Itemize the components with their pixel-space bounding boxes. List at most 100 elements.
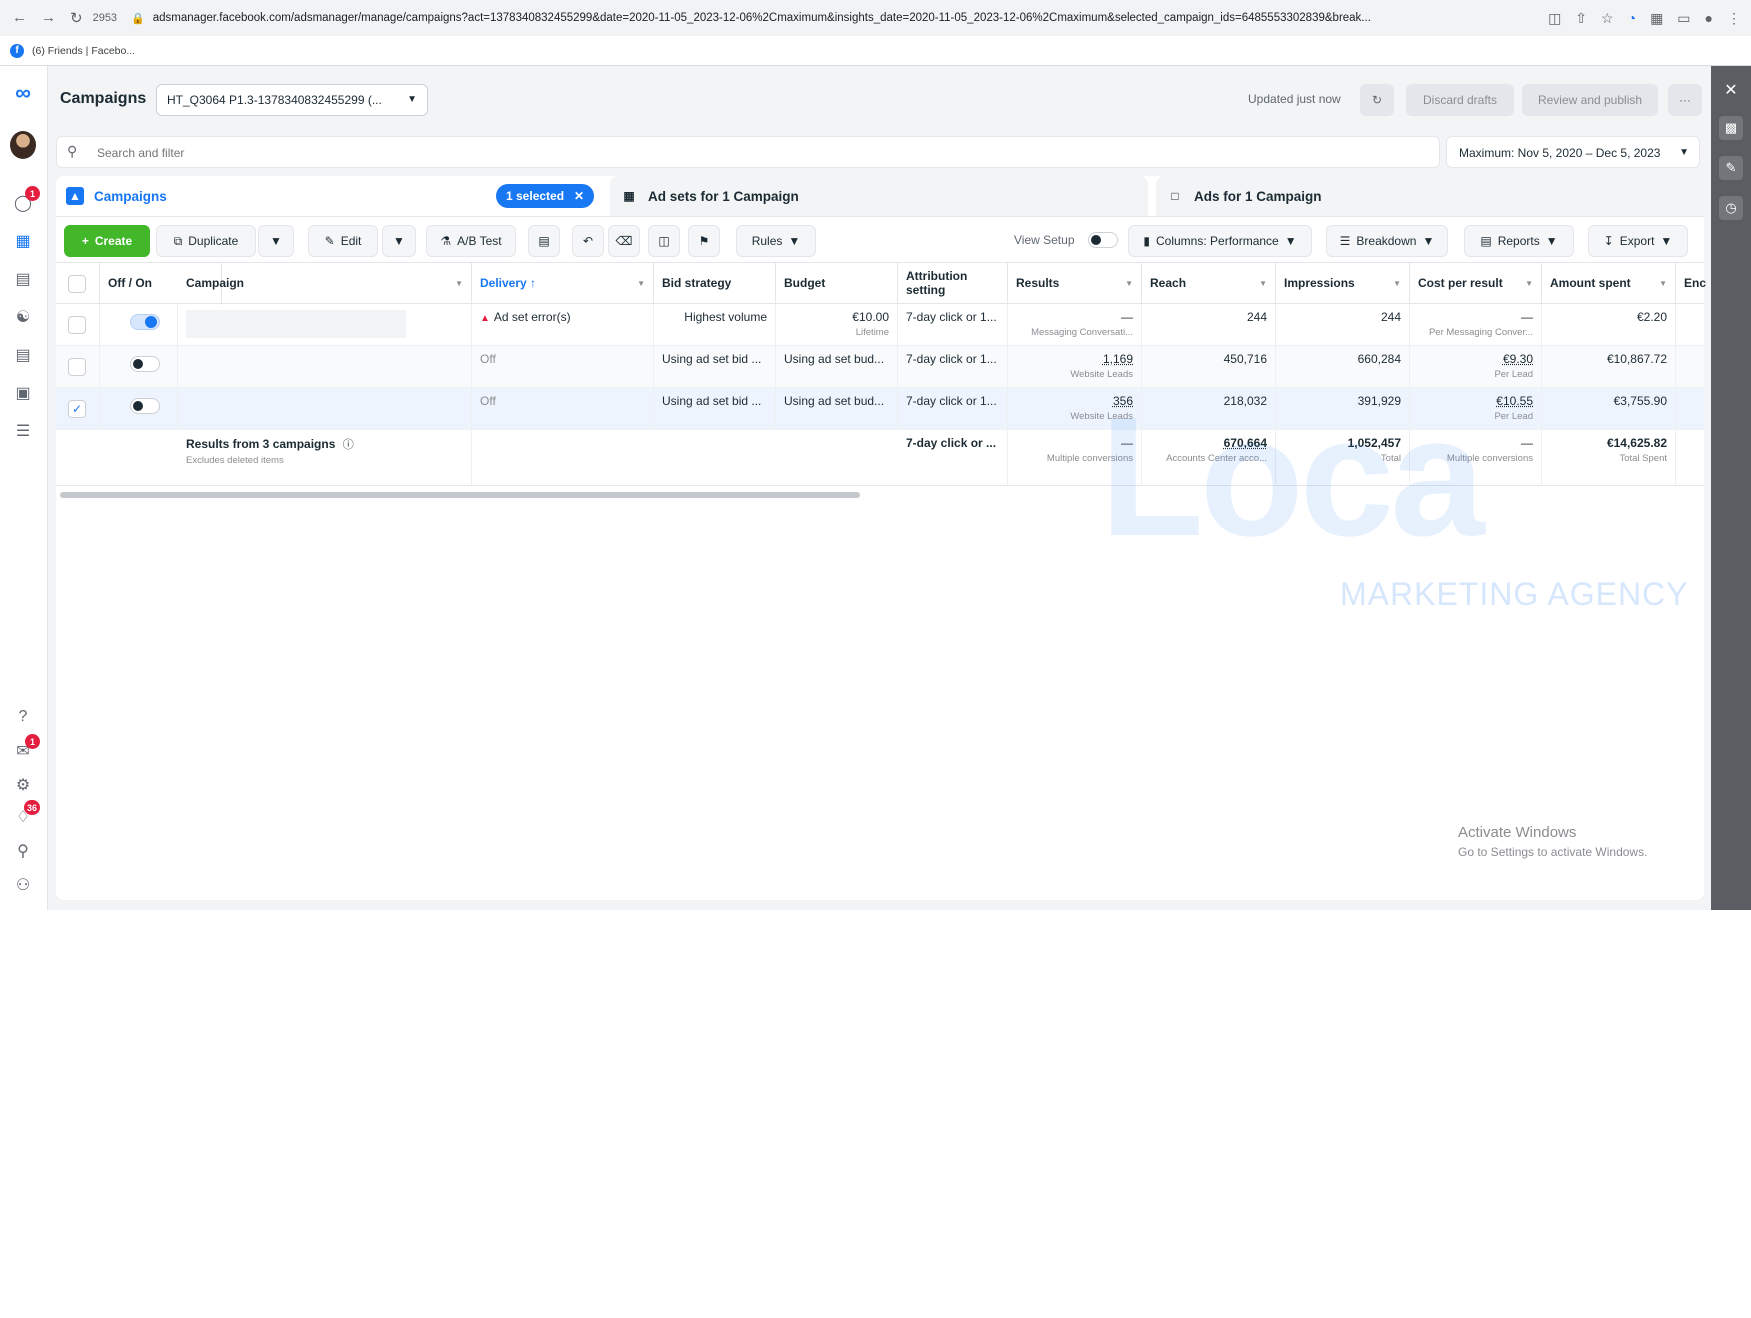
duplicate-dropdown[interactable]: ▼ [258,225,294,257]
pages-icon[interactable]: ▤ [10,266,36,292]
review-publish-button[interactable]: Review and publish [1522,84,1658,116]
menu-icon[interactable]: ⋮ [1727,10,1741,27]
view-setup-toggle[interactable] [1088,232,1118,253]
billing-icon[interactable]: ▤ [10,342,36,368]
back-icon[interactable]: ← [12,9,27,27]
campaign-name-cell[interactable] [178,346,472,388]
profile-icon[interactable]: ● [1705,10,1713,27]
col-ends[interactable]: Enc [1676,263,1706,305]
undo-button[interactable]: ↶ [572,225,604,257]
refresh-button[interactable]: ↻ [1360,84,1394,116]
cpr-value[interactable]: €10.55 [1496,394,1533,408]
rules-label: Rules [751,234,783,248]
settings-icon[interactable]: ⚙ [10,772,36,798]
col-bid-strategy[interactable]: Bid strategy [654,263,776,305]
discard-drafts-button[interactable]: Discard drafts [1406,84,1514,116]
address-bar[interactable]: adsmanager.facebook.com/adsmanager/manag… [153,12,1513,24]
account-selector[interactable]: HT_Q3064 P1.3-1378340832455299 (... ▼ [156,84,428,116]
table-row[interactable]: ✓ Off Using ad set bid ... Using ad set … [56,388,1704,430]
share-icon[interactable]: ⇧ [1575,10,1587,27]
select-all-checkbox[interactable] [68,275,86,293]
chart-icon[interactable]: ▩ [1719,116,1743,140]
rules-button[interactable]: Rules ▼ [736,225,816,257]
star-icon[interactable]: ☆ [1601,10,1614,27]
summary-reach-value[interactable]: 670,664 [1224,436,1267,450]
reports-button[interactable]: ▤ Reports ▼ [1464,225,1574,257]
reload-icon[interactable]: ↻ [70,9,83,27]
ab-test-button[interactable]: ⚗ A/B Test [426,225,516,257]
help-icon[interactable]: ? [10,704,36,730]
columns-button[interactable]: ▮ Columns: Performance ▼ [1128,225,1312,257]
campaign-name-cell[interactable] [178,388,472,430]
tag-button[interactable]: ⚑ [688,225,720,257]
clear-selection-icon[interactable]: ✕ [574,189,584,203]
date-range-picker[interactable]: Maximum: Nov 5, 2020 – Dec 5, 2023 ▼ [1446,136,1700,168]
create-button[interactable]: + Create [64,225,150,257]
horizontal-scrollbar[interactable] [60,492,860,498]
notifications-icon[interactable]: ◯ 1 [10,186,40,216]
col-cost-per-result[interactable]: Cost per result ▼ [1410,263,1542,305]
more-options-button[interactable]: ··· [1668,84,1702,116]
col-budget[interactable]: Budget [776,263,898,305]
bookmark-friends[interactable]: (6) Friends | Facebo... [32,45,135,57]
results-value[interactable]: 356 [1113,394,1133,408]
col-results[interactable]: Results ▼ [1008,263,1142,305]
catalog-icon[interactable]: ▣ [10,380,36,406]
campaigns-table-icon[interactable]: ▦ [10,228,36,254]
table-row[interactable]: Off Using ad set bid ... Using ad set bu… [56,346,1704,388]
breakdown-button[interactable]: ☰ Breakdown ▼ [1326,225,1448,257]
row-checkbox-checked[interactable]: ✓ [68,400,86,418]
close-icon[interactable]: ✕ [1719,78,1743,102]
puzzle-icon[interactable]: ▦ [1650,10,1663,27]
search-icon[interactable]: ⚲ [10,838,36,864]
sidepanel-icon[interactable]: ▭ [1677,10,1690,27]
col-delivery[interactable]: Delivery ↑ ▼ [472,263,654,305]
avatar[interactable] [10,131,36,159]
table-row[interactable]: ▲ Ad set error(s) Highest volume €10.00 Li… [56,304,1704,346]
edit-dropdown[interactable]: ▼ [382,225,416,257]
duplicate-button[interactable]: ⧉ Duplicate [156,225,256,257]
row-checkbox[interactable] [68,358,86,376]
col-reach[interactable]: Reach ▼ [1142,263,1276,305]
campaign-toggle[interactable] [130,398,160,414]
sort-icon: ▼ [1659,279,1667,288]
search-input[interactable] [97,143,1397,163]
forward-icon[interactable]: → [41,9,56,27]
tab-ads[interactable]: □ Ads for 1 Campaign [1156,176,1704,216]
campaign-toggle[interactable] [130,356,160,372]
cpr-value[interactable]: €9.30 [1503,352,1533,366]
results-value[interactable]: 1,169 [1103,352,1133,366]
delete-button[interactable]: ⌫ [608,225,640,257]
audiences-icon[interactable]: ☯ [10,304,36,330]
col-campaign[interactable]: Campaign ▼ [178,263,472,305]
edit-button[interactable]: ✎ Edit [308,225,378,257]
inbox-icon[interactable]: ✉ 1 [10,734,40,764]
col-amount-spent[interactable]: Amount spent ▼ [1542,263,1676,305]
bid-cell: Highest volume [654,304,776,346]
preview-button[interactable]: ◫ [648,225,680,257]
page-title: Campaigns [60,90,147,107]
cast-icon[interactable]: ◫ [1548,10,1561,27]
delivery-cell: Off [472,388,654,430]
budget-cell: Using ad set bud... [776,388,898,430]
summary-impressions-value: 1,052,457 [1347,436,1401,450]
selected-pill[interactable]: 1 selected ✕ [496,184,595,208]
pencil-icon[interactable]: ✎ [1719,156,1743,180]
meta-logo-icon[interactable]: ∞ [10,80,36,106]
clipboard-button[interactable]: ▤ [528,225,560,257]
row-checkbox[interactable] [68,316,86,334]
extension-icon[interactable]: ◔ [1628,10,1636,27]
tab-adsets[interactable]: ▦ Ad sets for 1 Campaign [610,176,1148,216]
col-delivery-label: Delivery ↑ [480,276,537,291]
col-impressions[interactable]: Impressions ▼ [1276,263,1410,305]
info-icon[interactable]: ⓘ [343,439,354,451]
all-tools-icon[interactable]: ☰ [10,418,36,444]
bug-icon[interactable]: ⚇ [10,872,36,898]
clock-icon[interactable]: ◷ [1719,196,1743,220]
campaign-name-cell[interactable] [178,304,472,346]
export-button[interactable]: ↧ Export ▼ [1588,225,1688,257]
col-attribution[interactable]: Attribution setting [898,263,1008,305]
alerts-icon[interactable]: ♢ 36 [10,800,40,830]
search-bar[interactable]: ⚲ [56,136,1440,168]
campaign-toggle[interactable] [130,314,160,330]
